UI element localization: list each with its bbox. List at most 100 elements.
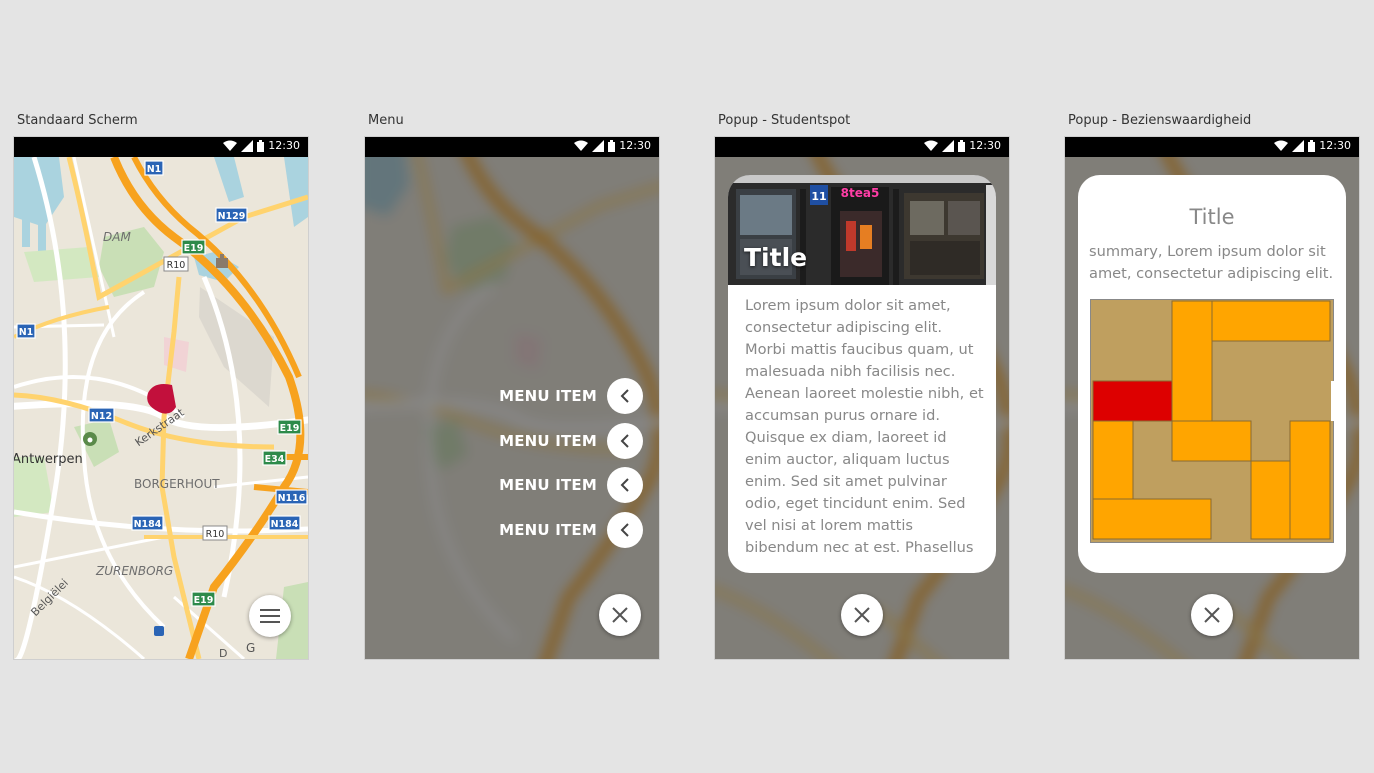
city-map[interactable]: DAM Antwerpen BORGERHOUT ZURENBORG Belgi… xyxy=(14,157,308,659)
status-bar: 12:30 xyxy=(14,137,308,157)
phone-menu: 12:30 MENU ITEM MENU ITEM MENU ITEM MENU… xyxy=(365,137,659,659)
chevron-left-icon xyxy=(620,478,629,492)
house-number: 11 xyxy=(811,190,826,203)
chevron-left-icon xyxy=(620,523,629,537)
status-time: 12:30 xyxy=(268,139,300,152)
menu-item-label: MENU ITEM xyxy=(499,387,597,405)
menu-item-button[interactable] xyxy=(607,512,643,548)
puzzle-block[interactable] xyxy=(1211,300,1331,342)
menu-item-2[interactable]: MENU ITEM xyxy=(499,423,643,459)
map-view[interactable]: DAM Antwerpen BORGERHOUT ZURENBORG Belgi… xyxy=(14,157,308,659)
wifi-icon xyxy=(1274,140,1289,151)
puzzle-block[interactable] xyxy=(1092,498,1212,540)
battery-icon xyxy=(958,139,966,152)
road-shield-e19-top: E19 xyxy=(181,239,206,255)
sliding-puzzle[interactable] xyxy=(1090,299,1334,543)
menu-button[interactable] xyxy=(249,595,291,637)
hamburger-icon xyxy=(260,609,280,623)
wifi-icon xyxy=(924,140,939,151)
chevron-left-icon xyxy=(620,434,629,448)
puzzle-block[interactable] xyxy=(1250,460,1291,540)
menu-item-button[interactable] xyxy=(607,423,643,459)
studentspot-description: Lorem ipsum dolor sit amet, consectetur … xyxy=(745,297,984,556)
road-shield-e19-bottom: E19 xyxy=(191,591,216,607)
close-icon xyxy=(612,607,628,623)
svg-text:ZURENBORG: ZURENBORG xyxy=(95,564,173,578)
close-icon xyxy=(854,607,870,623)
road-shield-e19-mid: E19 xyxy=(277,419,302,435)
close-icon xyxy=(1204,607,1220,623)
status-time: 12:30 xyxy=(619,139,651,152)
close-menu-button[interactable] xyxy=(599,594,641,636)
studentspot-popup-card: 11 8tea5 Title Lorem ipsum dolor sit ame… xyxy=(728,175,996,573)
puzzle-target-block[interactable] xyxy=(1092,380,1173,422)
battery-icon xyxy=(608,139,616,152)
status-time: 12:30 xyxy=(969,139,1001,152)
bezienswaardigheid-popup-card: Title summary, Lorem ipsum dolor sit ame… xyxy=(1078,175,1346,573)
svg-text:N184: N184 xyxy=(134,519,162,530)
road-shield-r10-top: R10 xyxy=(163,256,189,272)
map-label-antwerpen: Antwerpen xyxy=(14,452,83,467)
bezienswaardigheid-summary: summary, Lorem ipsum dolor sit amet, con… xyxy=(1089,243,1334,282)
chevron-left-icon xyxy=(620,389,629,403)
screen-label-menu: Menu xyxy=(368,113,404,128)
screen-label-bezienswaardigheid: Popup - Bezienswaardigheid xyxy=(1068,113,1252,128)
road-shield-n1-top: N1 xyxy=(144,160,164,176)
svg-text:G: G xyxy=(246,641,255,655)
map-label-corner-d: D xyxy=(219,647,227,659)
phone-popup-bezienswaardigheid: 12:30 Title summary, Lorem ipsum dolor s… xyxy=(1065,137,1359,659)
close-popup-button[interactable] xyxy=(1191,594,1233,636)
road-shield-e34: E34 xyxy=(262,450,287,466)
menu-item-4[interactable]: MENU ITEM xyxy=(499,512,643,548)
wifi-icon xyxy=(223,140,238,151)
road-shield-n116: N116 xyxy=(275,489,308,505)
map-label-dam: DAM xyxy=(103,230,131,244)
road-shield-n1-left: N1 xyxy=(16,323,36,339)
bezienswaardigheid-title: Title xyxy=(1189,205,1235,229)
screen-label-standaard: Standaard Scherm xyxy=(17,113,138,128)
menu-item-button[interactable] xyxy=(607,467,643,503)
status-bar: 12:30 xyxy=(1065,137,1359,157)
shop-sign: 8tea5 xyxy=(841,186,880,200)
svg-text:N12: N12 xyxy=(91,411,112,422)
blurred-map-background: Title summary, Lorem ipsum dolor sit ame… xyxy=(1065,157,1359,659)
svg-text:N184: N184 xyxy=(271,519,299,530)
menu-item-3[interactable]: MENU ITEM xyxy=(499,467,643,503)
screen-label-studentspot: Popup - Studentspot xyxy=(718,113,851,128)
road-shield-n184-right: N184 xyxy=(268,515,301,531)
svg-text:BORGERHOUT: BORGERHOUT xyxy=(134,477,220,491)
status-bar: 12:30 xyxy=(365,137,659,157)
shop-photo: 11 8tea5 Title xyxy=(728,175,996,285)
menu-item-label: MENU ITEM xyxy=(499,521,597,539)
signal-icon xyxy=(241,139,254,152)
svg-text:N1: N1 xyxy=(147,164,162,175)
wifi-icon xyxy=(574,140,589,151)
puzzle-block[interactable] xyxy=(1289,420,1331,540)
road-shield-n12: N12 xyxy=(88,407,115,423)
menu-item-1[interactable]: MENU ITEM xyxy=(499,378,643,414)
svg-text:N1: N1 xyxy=(19,327,34,338)
blurred-map-background: 11 8tea5 Title Lorem ipsum dolor sit ame… xyxy=(715,157,1009,659)
map-label-borgerhout: BORGERHOUT xyxy=(134,477,220,491)
road-shield-n129: N129 xyxy=(215,207,248,223)
blurred-map-background: MENU ITEM MENU ITEM MENU ITEM MENU ITEM xyxy=(365,157,659,659)
close-popup-button[interactable] xyxy=(841,594,883,636)
road-shield-n184-left: N184 xyxy=(131,515,164,531)
svg-text:N129: N129 xyxy=(218,211,246,222)
puzzle-block[interactable] xyxy=(1092,420,1134,500)
bus-stop-icon xyxy=(154,626,164,636)
zoo-icon xyxy=(83,432,97,446)
puzzle-exit xyxy=(1331,381,1334,421)
status-bar: 12:30 xyxy=(715,137,1009,157)
menu-item-button[interactable] xyxy=(607,378,643,414)
svg-text:Antwerpen: Antwerpen xyxy=(14,452,83,467)
signal-icon xyxy=(592,139,605,152)
svg-text:E34: E34 xyxy=(265,454,285,465)
svg-text:D: D xyxy=(219,647,227,659)
battery-icon xyxy=(257,139,265,152)
status-time: 12:30 xyxy=(1319,139,1351,152)
map-label-zurenborg: ZURENBORG xyxy=(95,564,173,578)
puzzle-block[interactable] xyxy=(1171,420,1252,462)
puzzle-block[interactable] xyxy=(1171,300,1213,422)
map-label-corner-g: G xyxy=(246,641,255,655)
